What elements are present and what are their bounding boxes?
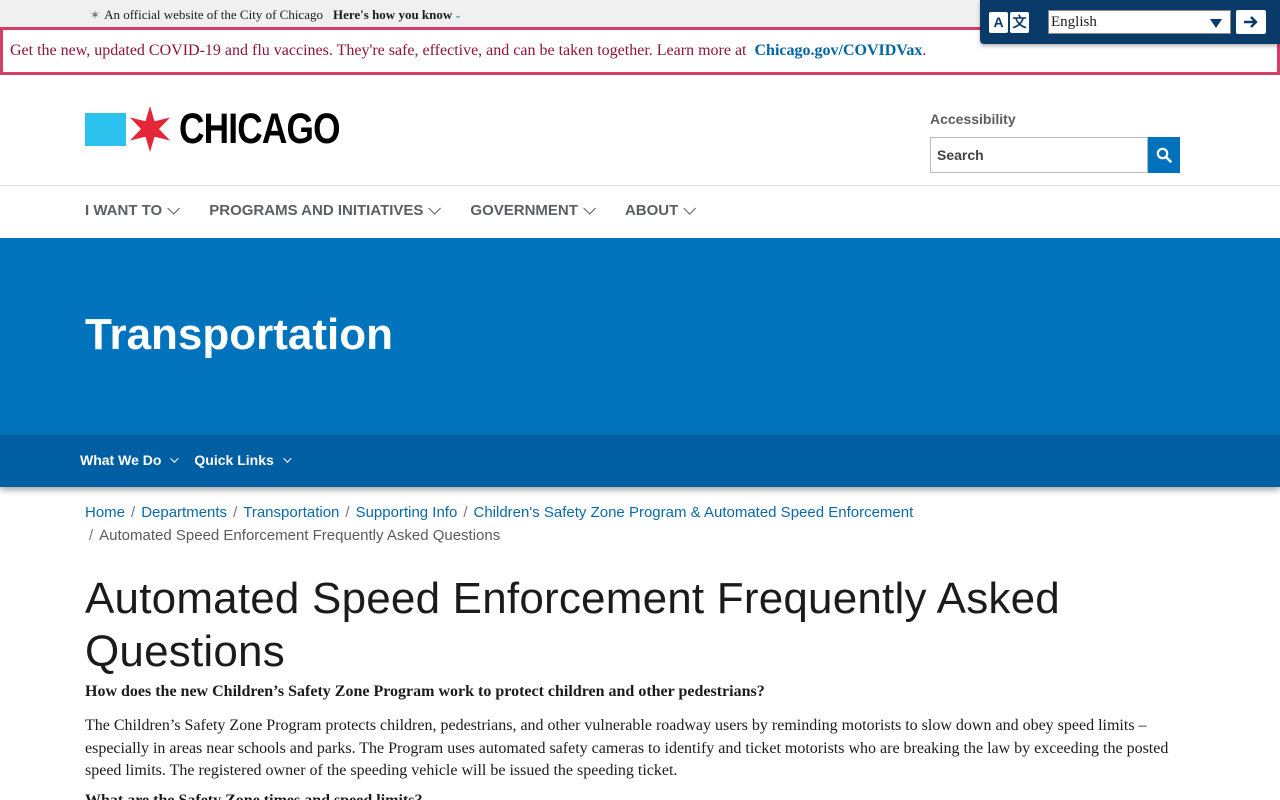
breadcrumb-separator: / — [89, 527, 94, 544]
breadcrumb-supporting-info[interactable]: Supporting Info — [356, 504, 458, 521]
subnav-items: What We Do Quick Links — [80, 452, 307, 468]
header-divider — [0, 185, 1280, 186]
department-title: Transportation — [85, 310, 394, 359]
department-hero: Transportation — [0, 238, 1280, 436]
breadcrumb-separator: / — [345, 504, 350, 521]
translate-icon-cjk: 文 — [1010, 11, 1029, 33]
star-icon: ✶ — [90, 7, 101, 22]
chevron-down-icon — [583, 202, 596, 215]
chevron-down-icon: ⌄ — [454, 9, 462, 20]
department-subnav: What We Do Quick Links — [0, 435, 1280, 487]
official-banner-content: ✶ An official website of the City of Chi… — [90, 7, 462, 23]
six-point-star-icon — [130, 106, 170, 152]
breadcrumb-separator: / — [463, 504, 468, 521]
logo-blue-block — [85, 112, 126, 146]
heres-how-you-know-link[interactable]: Here's how you know ⌄ — [333, 7, 462, 23]
main-navigation: I WANT TO PROGRAMS AND INITIATIVES GOVER… — [85, 202, 725, 219]
nav-label: ABOUT — [624, 202, 679, 219]
translate-icon-latin: A — [989, 11, 1008, 33]
chevron-down-icon — [167, 202, 181, 215]
breadcrumb-departments[interactable]: Departments — [141, 504, 227, 521]
nav-label: I WANT TO — [85, 202, 163, 219]
chevron-down-icon — [428, 202, 442, 215]
faq-question: What are the Safety Zone times and speed… — [85, 792, 422, 800]
nav-about[interactable]: ABOUT — [624, 202, 697, 219]
chevron-down-icon — [683, 202, 697, 215]
search-form — [930, 137, 1180, 173]
chevron-down-icon — [170, 454, 180, 463]
subnav-quick-links[interactable]: Quick Links — [194, 452, 292, 468]
breadcrumb-current: Automated Speed Enforcement Frequently A… — [99, 527, 501, 544]
subnav-label: Quick Links — [194, 452, 274, 468]
breadcrumb: Home / Departments / Transportation / Supporti… — [85, 501, 945, 547]
breadcrumb-safety-zone-program[interactable]: Children's Safety Zone Program & Automat… — [474, 504, 914, 521]
nav-i-want-to[interactable]: I WANT TO — [85, 202, 181, 219]
nav-government[interactable]: GOVERNMENT — [470, 202, 596, 219]
chicago-logo[interactable]: CHICAGO — [85, 104, 375, 154]
nav-programs-and-initiatives[interactable]: PROGRAMS AND INITIATIVES — [209, 202, 442, 219]
official-banner-text: An official website of the City of Chica… — [104, 7, 323, 22]
page-title: Automated Speed Enforcement Frequently A… — [85, 574, 1060, 676]
arrow-right-icon — [1244, 16, 1258, 28]
search-icon — [1156, 147, 1172, 163]
breadcrumb-current-line: / Automated Speed Enforcement Frequently … — [85, 524, 945, 547]
breadcrumb-separator: / — [131, 504, 136, 521]
language-select[interactable]: English — [1048, 10, 1231, 34]
translate-icon: A 文 — [989, 11, 1029, 33]
heres-how-you-know-label: Here's how you know — [332, 7, 453, 22]
logo-wordmark: CHICAGO — [179, 104, 341, 153]
dropdown-triangle-icon — [1210, 19, 1222, 28]
search-input[interactable] — [930, 137, 1148, 173]
nav-label: PROGRAMS AND INITIATIVES — [209, 202, 424, 219]
faq-question: How does the new Children’s Safety Zone … — [85, 683, 765, 700]
subnav-what-we-do[interactable]: What We Do — [80, 452, 180, 468]
covid-vax-link[interactable]: Chicago.gov/COVIDVax — [755, 42, 923, 59]
breadcrumb-transportation[interactable]: Transportation — [243, 504, 339, 521]
alert-text: Get the new, updated COVID-19 and flu va… — [10, 42, 747, 59]
alert-trailing: . — [922, 42, 927, 59]
translate-go-button[interactable] — [1236, 10, 1266, 34]
faq-answer: The Children’s Safety Zone Program prote… — [85, 717, 1169, 779]
breadcrumb-home[interactable]: Home — [85, 504, 125, 521]
search-button[interactable] — [1148, 137, 1180, 173]
language-select-value: English — [1051, 13, 1097, 30]
accessibility-link[interactable]: Accessibility — [930, 111, 1016, 127]
subnav-label: What We Do — [80, 452, 162, 468]
breadcrumb-separator: / — [233, 504, 238, 521]
chevron-down-icon — [282, 454, 292, 463]
alert-message: Get the new, updated COVID-19 and flu va… — [10, 42, 926, 60]
translate-widget: A 文 English — [980, 0, 1280, 44]
nav-label: GOVERNMENT — [470, 202, 578, 219]
